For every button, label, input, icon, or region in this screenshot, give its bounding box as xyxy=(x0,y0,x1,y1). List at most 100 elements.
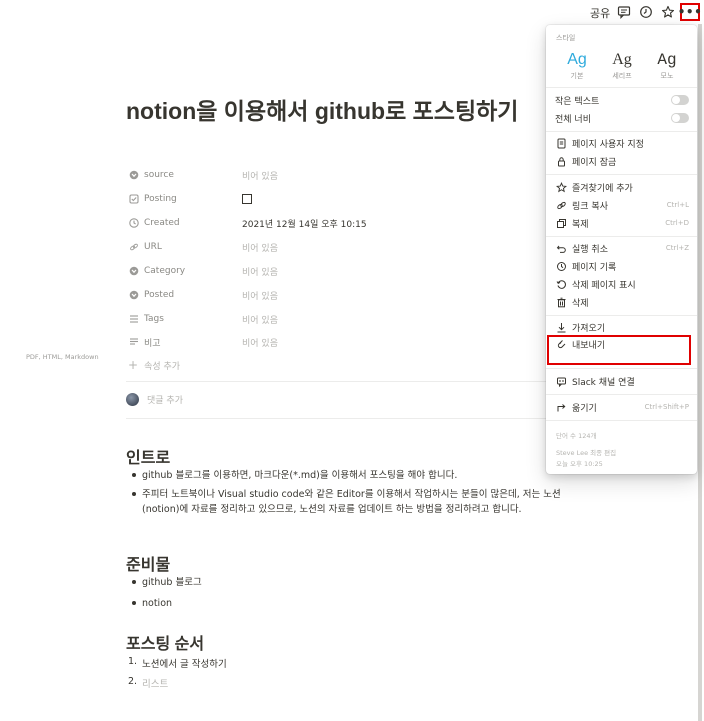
last-edited-by: Steve Lee 최종 편집 xyxy=(556,449,617,457)
menu-divider xyxy=(546,236,697,237)
property-value[interactable]: 비어 있음 xyxy=(242,313,278,326)
star-icon xyxy=(555,181,567,193)
export-formats: PDF, HTML, Markdown xyxy=(26,353,99,361)
property-row[interactable]: Posted 비어 있음 xyxy=(128,286,548,304)
heading-posting-order[interactable]: 포스팅 순서 xyxy=(126,630,204,654)
property-name[interactable]: Posted xyxy=(144,290,242,300)
toggle-switch[interactable] xyxy=(671,113,689,123)
more-options-button[interactable]: ••• xyxy=(677,3,703,21)
add-comment[interactable]: 댓글 추가 xyxy=(126,393,183,406)
style-section-label: 스타일 xyxy=(556,34,576,42)
menu-item-show-deleted[interactable]: 삭제 페이지 표시 xyxy=(555,276,689,292)
property-row[interactable]: Category 비어 있음 xyxy=(128,262,548,280)
add-property-label: 속성 추가 xyxy=(144,361,181,372)
property-name[interactable]: URL xyxy=(144,242,242,252)
menu-item-lock-page[interactable]: 페이지 잠금 xyxy=(555,153,689,169)
numbered-item[interactable]: 2. 리스트 xyxy=(128,676,168,690)
property-name[interactable]: source xyxy=(144,170,242,180)
posting-checkbox[interactable] xyxy=(242,194,252,204)
menu-divider xyxy=(546,394,697,395)
property-value[interactable]: 비어 있음 xyxy=(242,169,278,182)
divider xyxy=(126,381,566,382)
style-mono[interactable]: Ag 모노 xyxy=(647,50,687,81)
last-edited-time: 오늘 오후 10:25 xyxy=(556,460,603,468)
property-row[interactable]: Tags 비어 있음 xyxy=(128,310,548,328)
clock-icon[interactable] xyxy=(639,4,653,18)
link-icon xyxy=(555,199,567,211)
list-item[interactable]: 주피터 노트북이나 Visual studio code와 같은 Editor를… xyxy=(132,487,567,517)
style-default[interactable]: Ag 기본 xyxy=(557,50,597,81)
avatar xyxy=(126,393,139,406)
menu-divider xyxy=(546,174,697,175)
menu-item-duplicate[interactable]: 복제 Ctrl+D xyxy=(555,215,689,231)
lock-icon xyxy=(555,155,567,167)
circle-down-icon xyxy=(128,290,139,301)
page-title[interactable]: notion을 이용해서 github로 포스팅하기 xyxy=(126,96,566,126)
menu-item-delete[interactable]: 삭제 xyxy=(555,294,689,310)
link-icon xyxy=(128,242,139,253)
list-item[interactable]: notion xyxy=(132,596,567,611)
property-name[interactable]: Category xyxy=(144,266,242,276)
property-row[interactable]: URL 비어 있음 xyxy=(128,238,548,256)
move-icon xyxy=(555,401,567,413)
property-name[interactable]: Posting xyxy=(144,194,242,204)
menu-item-customize-page[interactable]: 페이지 사용자 지정 xyxy=(555,135,689,151)
menu-item-copy-link[interactable]: 링크 복사 Ctrl+L xyxy=(555,197,689,213)
trash-icon xyxy=(555,296,567,308)
add-property-button[interactable]: + 속성 추가 xyxy=(128,358,180,372)
property-name[interactable]: Tags xyxy=(144,314,242,324)
bullet-icon xyxy=(132,601,136,605)
small-text-toggle[interactable]: 작은 텍스트 xyxy=(555,92,689,108)
star-icon[interactable] xyxy=(661,4,675,18)
style-serif[interactable]: Ag 세리프 xyxy=(602,50,642,81)
restore-icon xyxy=(555,278,567,290)
property-value[interactable]: 비어 있음 xyxy=(242,241,278,254)
toggle-switch[interactable] xyxy=(671,95,689,105)
download-icon xyxy=(555,321,567,333)
property-row[interactable]: Posting xyxy=(128,190,548,208)
menu-item-add-favorite[interactable]: 즐겨찾기에 추가 xyxy=(555,179,689,195)
checkbox-icon xyxy=(128,194,139,205)
comment-icon[interactable] xyxy=(617,4,631,19)
list-item[interactable]: github 블로그를 이용하면, 마크다운(*.md)을 이용해서 포스팅을 … xyxy=(132,468,567,483)
more-icon: ••• xyxy=(677,5,703,19)
circle-down-icon xyxy=(128,170,139,181)
divider xyxy=(126,418,566,419)
top-bar: 공유 ••• xyxy=(0,0,704,24)
menu-divider xyxy=(546,368,697,369)
property-name[interactable]: Created xyxy=(144,218,242,228)
bullet-icon xyxy=(132,473,136,477)
duplicate-icon xyxy=(555,217,567,229)
menu-item-page-history[interactable]: 페이지 기록 xyxy=(555,258,689,274)
slack-icon xyxy=(555,375,567,387)
property-row[interactable]: 비고 비어 있음 xyxy=(128,333,548,351)
menu-item-import[interactable]: 가져오기 xyxy=(555,319,689,335)
menu-item-slack[interactable]: Slack 채널 연결 xyxy=(555,373,689,389)
menu-divider xyxy=(546,87,697,88)
circle-down-icon xyxy=(128,266,139,277)
property-value[interactable]: 비어 있음 xyxy=(242,265,278,278)
word-count: 단어 수 124개 xyxy=(556,432,597,440)
undo-icon xyxy=(555,242,567,254)
bullet-icon xyxy=(132,492,136,496)
share-button[interactable]: 공유 xyxy=(590,5,610,21)
plus-icon: + xyxy=(128,358,139,372)
page-options-menu: 스타일 Ag 기본 Ag 세리프 Ag 모노 작은 텍스트 전체 너비 페이지 … xyxy=(546,25,697,474)
menu-item-move[interactable]: 옮기기 Ctrl+Shift+P xyxy=(555,399,689,415)
full-width-toggle[interactable]: 전체 너비 xyxy=(555,110,689,126)
property-row[interactable]: Created 2021년 12월 14일 오후 10:15 xyxy=(128,214,548,232)
numbered-item[interactable]: 1. 노션에서 글 작성하기 xyxy=(128,656,227,670)
heading-intro[interactable]: 인트로 xyxy=(126,444,170,468)
property-value[interactable]: 2021년 12월 14일 오후 10:15 xyxy=(242,217,367,230)
property-value[interactable]: 비어 있음 xyxy=(242,289,278,302)
heading-prep[interactable]: 준비물 xyxy=(126,551,170,575)
menu-item-undo[interactable]: 실행 취소 Ctrl+Z xyxy=(555,240,689,256)
property-row[interactable]: source 비어 있음 xyxy=(128,166,548,184)
property-value[interactable]: 비어 있음 xyxy=(242,336,278,349)
list-icon xyxy=(128,314,139,325)
list-item[interactable]: github 블로그 xyxy=(132,575,567,590)
menu-divider xyxy=(546,131,697,132)
scrollbar[interactable] xyxy=(698,24,702,721)
menu-divider xyxy=(546,315,697,316)
property-name[interactable]: 비고 xyxy=(144,336,242,349)
